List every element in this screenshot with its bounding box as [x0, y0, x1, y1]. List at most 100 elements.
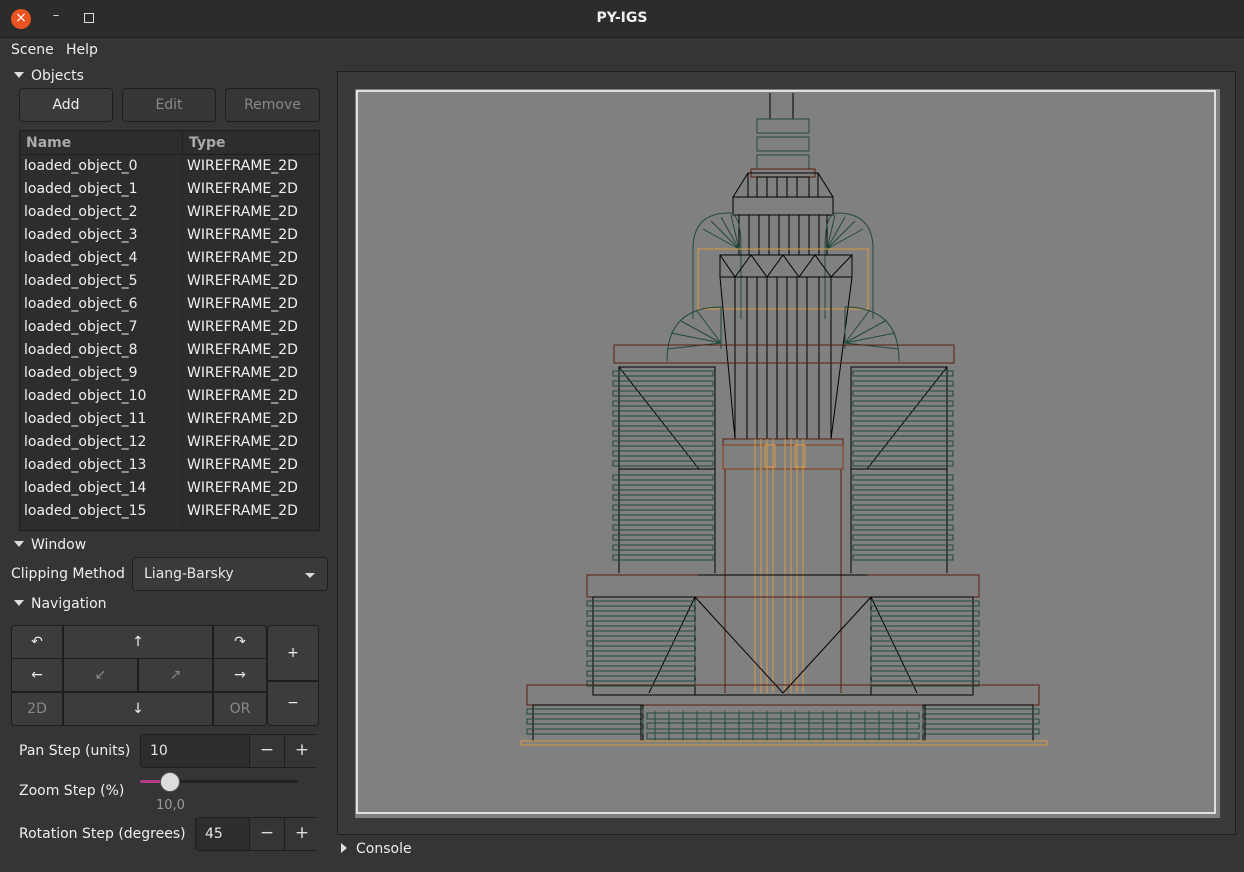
title-bar: × – PY-IGS [0, 0, 1244, 38]
object-type-cell: WIREFRAME_2D [187, 480, 298, 496]
table-body: loaded_object_0 WIREFRAME_2D loaded_object… [20, 155, 319, 523]
chevron-down-icon [305, 573, 315, 578]
table-row[interactable]: loaded_object_14 WIREFRAME_2D [20, 477, 319, 500]
rotation-step-increment-button[interactable]: + [284, 818, 319, 850]
console-label: Console [356, 841, 412, 857]
expander-arrow-icon [14, 541, 24, 547]
pan-step-label: Pan Step (units) [19, 743, 131, 759]
object-type-cell: WIREFRAME_2D [187, 365, 298, 381]
table-row[interactable]: loaded_object_0 WIREFRAME_2D [20, 155, 319, 178]
table-row[interactable]: loaded_object_6 WIREFRAME_2D [20, 293, 319, 316]
pan-up-button[interactable]: ↑ [63, 625, 213, 659]
table-row[interactable]: loaded_object_11 WIREFRAME_2D [20, 408, 319, 431]
object-type-cell: WIREFRAME_2D [187, 342, 298, 358]
object-type-cell: WIREFRAME_2D [187, 319, 298, 335]
menu-bar: Scene Help [0, 38, 1244, 64]
rotation-step-decrement-button[interactable]: − [249, 818, 284, 850]
mode-2d-button[interactable]: 2D [11, 692, 63, 726]
object-name-cell: loaded_object_8 [24, 342, 138, 358]
objects-expander[interactable]: Objects [14, 68, 84, 84]
pan-down-button[interactable]: ↓ [63, 692, 213, 726]
menu-help[interactable]: Help [66, 42, 98, 58]
zoom-in-button[interactable]: + [267, 625, 319, 681]
object-name-cell: loaded_object_12 [24, 434, 147, 450]
zoom-out-button[interactable]: − [267, 681, 319, 726]
rotation-step-spinner[interactable]: 45 − + [195, 817, 319, 851]
clipping-method-value: Liang-Barsky [144, 566, 234, 582]
table-row[interactable]: loaded_object_10 WIREFRAME_2D [20, 385, 319, 408]
table-row[interactable]: loaded_object_4 WIREFRAME_2D [20, 247, 319, 270]
object-type-cell: WIREFRAME_2D [187, 273, 298, 289]
pan-step-increment-button[interactable]: + [284, 735, 319, 767]
edit-button[interactable]: Edit [122, 88, 216, 122]
expander-arrow-icon [14, 600, 24, 606]
object-type-cell: WIREFRAME_2D [187, 503, 298, 519]
object-name-cell: loaded_object_10 [24, 388, 147, 404]
object-name-cell: loaded_object_7 [24, 319, 138, 335]
expander-arrow-icon [341, 843, 347, 853]
pan-right-button[interactable]: → [213, 658, 267, 692]
zoom-step-value: 10,0 [156, 798, 185, 813]
origin-button[interactable]: OR [213, 692, 267, 726]
objects-table[interactable]: Name Type loaded_object_0 WIREFRAME_2D loa… [19, 130, 320, 531]
object-type-cell: WIREFRAME_2D [187, 411, 298, 427]
navigation-expander[interactable]: Navigation [14, 596, 107, 612]
rotation-step-value[interactable]: 45 [205, 826, 223, 842]
clipping-method-label: Clipping Method [11, 566, 125, 582]
clipping-method-select[interactable]: Liang-Barsky [132, 557, 328, 591]
window-expander[interactable]: Window [14, 537, 86, 553]
object-type-cell: WIREFRAME_2D [187, 296, 298, 312]
object-name-cell: loaded_object_15 [24, 503, 147, 519]
table-row[interactable]: loaded_object_1 WIREFRAME_2D [20, 178, 319, 201]
rotate-right-button[interactable]: ↷ [213, 625, 267, 659]
add-button[interactable]: Add [19, 88, 113, 122]
objects-header: Objects [31, 68, 84, 84]
object-name-cell: loaded_object_14 [24, 480, 147, 496]
drawing-canvas[interactable] [355, 89, 1220, 818]
rotate-left-button[interactable]: ↶ [11, 625, 63, 659]
zoom-step-label: Zoom Step (%) [19, 783, 125, 799]
window-header: Window [31, 537, 87, 553]
pan-up-right-button[interactable]: ↗ [138, 658, 213, 692]
object-type-cell: WIREFRAME_2D [187, 227, 298, 243]
pan-step-spinner[interactable]: 10 − + [140, 734, 319, 768]
object-type-cell: WIREFRAME_2D [187, 457, 298, 473]
column-header-type[interactable]: Type [189, 135, 226, 151]
table-row[interactable]: loaded_object_13 WIREFRAME_2D [20, 454, 319, 477]
pan-left-button[interactable]: ← [11, 658, 63, 692]
object-name-cell: loaded_object_2 [24, 204, 138, 220]
object-name-cell: loaded_object_9 [24, 365, 138, 381]
table-header: Name Type [20, 131, 319, 155]
object-name-cell: loaded_object_5 [24, 273, 138, 289]
app-body: Objects Add Edit Remove Name Type loaded… [0, 64, 1244, 872]
console-expander[interactable]: Console [341, 841, 412, 857]
remove-button[interactable]: Remove [225, 88, 320, 122]
column-header-name[interactable]: Name [26, 135, 71, 151]
expander-arrow-icon [14, 72, 24, 78]
table-row[interactable]: loaded_object_15 WIREFRAME_2D [20, 500, 319, 523]
pan-down-left-button[interactable]: ↙ [63, 658, 138, 692]
zoom-step-slider-handle[interactable] [160, 772, 180, 792]
menu-scene[interactable]: Scene [11, 42, 54, 58]
table-row[interactable]: loaded_object_9 WIREFRAME_2D [20, 362, 319, 385]
object-name-cell: loaded_object_0 [24, 158, 138, 174]
table-row[interactable]: loaded_object_7 WIREFRAME_2D [20, 316, 319, 339]
object-name-cell: loaded_object_13 [24, 457, 147, 473]
table-row[interactable]: loaded_object_3 WIREFRAME_2D [20, 224, 319, 247]
pan-step-value[interactable]: 10 [150, 743, 168, 759]
object-type-cell: WIREFRAME_2D [187, 434, 298, 450]
table-row[interactable]: loaded_object_8 WIREFRAME_2D [20, 339, 319, 362]
table-row[interactable]: loaded_object_2 WIREFRAME_2D [20, 201, 319, 224]
pan-step-decrement-button[interactable]: − [249, 735, 284, 767]
object-name-cell: loaded_object_3 [24, 227, 138, 243]
table-row[interactable]: loaded_object_5 WIREFRAME_2D [20, 270, 319, 293]
object-type-cell: WIREFRAME_2D [187, 204, 298, 220]
object-type-cell: WIREFRAME_2D [187, 388, 298, 404]
navigation-header: Navigation [31, 596, 107, 612]
object-name-cell: loaded_object_6 [24, 296, 138, 312]
rotation-step-label: Rotation Step (degrees) [19, 826, 186, 842]
table-row[interactable]: loaded_object_12 WIREFRAME_2D [20, 431, 319, 454]
window-title: PY-IGS [596, 10, 648, 26]
object-name-cell: loaded_object_11 [24, 411, 147, 427]
object-type-cell: WIREFRAME_2D [187, 250, 298, 266]
